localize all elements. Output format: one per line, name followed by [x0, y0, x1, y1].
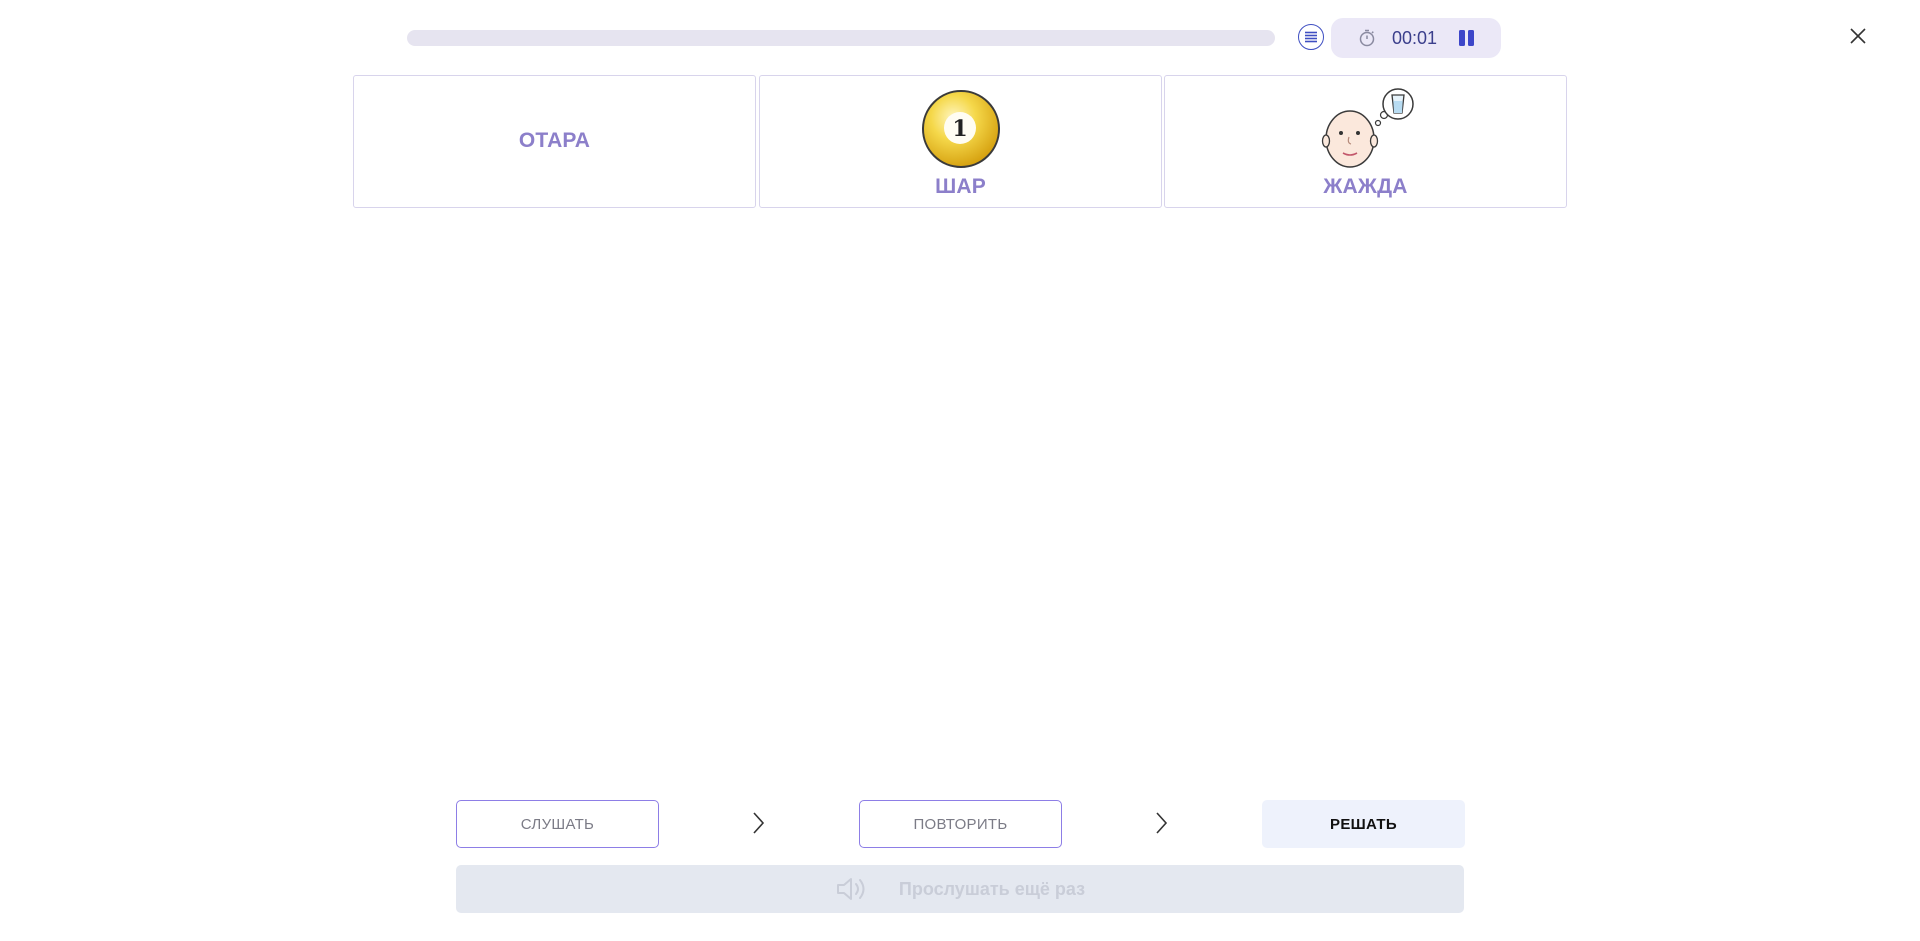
progress-bar: [407, 30, 1275, 46]
solve-button-label: РЕШАТЬ: [1330, 815, 1397, 833]
billiard-ball-icon: 1: [921, 90, 1000, 168]
task-list-button[interactable]: [1298, 24, 1324, 50]
pause-icon-bar-right: [1468, 30, 1474, 46]
chevron-right-icon: [753, 812, 765, 834]
solve-button[interactable]: РЕШАТЬ: [1262, 800, 1465, 848]
replay-button-label: Прослушать ещё раз: [898, 878, 1086, 899]
word-card-label: ЖАЖДА: [1323, 175, 1408, 198]
listen-button[interactable]: СЛУШАТЬ: [456, 800, 659, 848]
repeat-button[interactable]: ПОВТОРИТЬ: [859, 800, 1062, 848]
chevron-right-icon: [1156, 812, 1168, 834]
ball-number: 1: [952, 116, 967, 142]
timer-panel: 00:01: [1331, 18, 1501, 58]
exercise-screen: 00:01 ОТАРА 1 ШАР ЖАЖДА СЛУШАТЬ ПОВТОРИТ…: [0, 0, 1920, 941]
word-card-zhazhda[interactable]: ЖАЖДА: [1164, 75, 1567, 208]
thirsty-face-icon: [1321, 88, 1414, 168]
pause-icon-bar-left: [1459, 30, 1465, 46]
close-button[interactable]: [1846, 24, 1870, 48]
stopwatch-icon: [1359, 29, 1375, 47]
close-icon: [1850, 28, 1866, 44]
word-card-otara[interactable]: ОТАРА: [353, 75, 756, 208]
word-card-shar[interactable]: 1 ШАР: [759, 75, 1162, 208]
repeat-button-label: ПОВТОРИТЬ: [913, 815, 1008, 833]
list-icon: [1305, 31, 1317, 43]
timer-value: 00:01: [1392, 28, 1438, 48]
word-card-label: ШАР: [935, 175, 986, 198]
listen-button-label: СЛУШАТЬ: [520, 815, 595, 833]
replay-button[interactable]: Прослушать ещё раз: [456, 865, 1464, 913]
word-card-label: ОТАРА: [518, 129, 591, 152]
pause-button[interactable]: [1456, 28, 1476, 48]
speaker-icon: [836, 878, 865, 900]
